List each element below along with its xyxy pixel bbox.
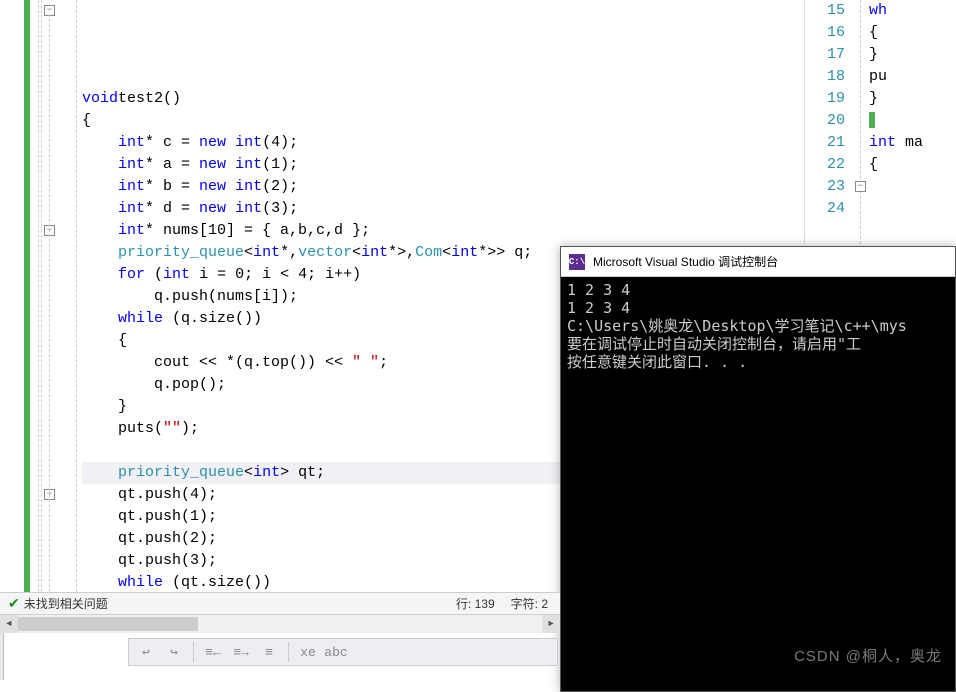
status-bar: ✔ 未找到相关问题 行: 139 字符: 2 — [0, 592, 560, 614]
code-line[interactable]: int ma — [869, 132, 956, 154]
bottom-toolbar: ↩ ↪ ≡← ≡→ ≡ xeabc — [128, 638, 558, 666]
fold-gutter: −−− — [42, 0, 58, 592]
status-char: 字符: 2 — [511, 595, 548, 612]
code-line[interactable]: int* d = new int(3); — [82, 198, 804, 220]
status-check-icon: ✔ — [8, 595, 20, 612]
scroll-left-arrow[interactable]: ◄ — [0, 615, 18, 633]
line-number: 17 — [805, 44, 845, 66]
watermark: CSDN @桐人，奥龙 — [794, 645, 942, 666]
code-line[interactable]: { — [82, 110, 804, 132]
scroll-right-arrow[interactable]: ► — [542, 615, 560, 633]
line-number: 15 — [805, 0, 845, 22]
editor-margin — [0, 0, 42, 592]
horizontal-scrollbar[interactable]: ◄ ► — [0, 614, 560, 632]
code-line[interactable]: } — [869, 88, 956, 110]
fold-toggle[interactable]: − — [855, 181, 866, 192]
code-line[interactable]: int* nums[10] = { a,b,c,d }; — [82, 220, 804, 242]
code-line[interactable]: } — [869, 44, 956, 66]
right-fold-gutter: − — [853, 0, 869, 244]
status-issues-text[interactable]: 未找到相关问题 — [24, 595, 108, 612]
code-line[interactable]: { — [869, 22, 956, 44]
scroll-track[interactable] — [18, 615, 542, 633]
code-line[interactable]: wh — [869, 0, 956, 22]
code-line[interactable] — [869, 110, 956, 132]
toolbar-separator — [193, 642, 194, 662]
code-editor-right[interactable]: 15161718192021222324 − wh{}pu}int ma{ — [804, 0, 956, 244]
change-marker — [24, 0, 30, 592]
console-title-text: Microsoft Visual Studio 调试控制台 — [593, 253, 778, 270]
line-number: 18 — [805, 66, 845, 88]
line-numbers: 15161718192021222324 — [805, 0, 853, 244]
code-line[interactable]: int* a = new int(1); — [82, 154, 804, 176]
toolbar-button[interactable]: ↪ — [163, 641, 185, 663]
line-number: 21 — [805, 132, 845, 154]
debug-console-window[interactable]: C:\ Microsoft Visual Studio 调试控制台 1 2 3 … — [560, 246, 956, 692]
code-line[interactable]: int* b = new int(2); — [82, 176, 804, 198]
scroll-thumb[interactable] — [18, 617, 198, 631]
toolbar-button[interactable]: xe — [297, 641, 319, 663]
console-title-bar[interactable]: C:\ Microsoft Visual Studio 调试控制台 — [561, 247, 955, 277]
toolbar-button[interactable]: ↩ — [135, 641, 157, 663]
code-line[interactable]: pu — [869, 66, 956, 88]
line-number: 16 — [805, 22, 845, 44]
line-number: 23 — [805, 176, 845, 198]
line-number: 19 — [805, 88, 845, 110]
toolbar-button[interactable]: ≡→ — [230, 641, 252, 663]
code-line[interactable]: voidtest2() — [82, 88, 804, 110]
code-line[interactable]: { — [869, 154, 956, 176]
line-number: 20 — [805, 110, 845, 132]
toolbar-button[interactable]: ≡← — [202, 641, 224, 663]
toolbar-button[interactable]: abc — [325, 641, 347, 663]
status-line: 行: 139 — [456, 595, 495, 612]
code-line[interactable]: int* c = new int(4); — [82, 132, 804, 154]
toolbar-separator — [288, 642, 289, 662]
toolbar-button[interactable]: ≡ — [258, 641, 280, 663]
console-app-icon: C:\ — [569, 254, 585, 270]
line-number: 24 — [805, 198, 845, 220]
line-number: 22 — [805, 154, 845, 176]
right-code[interactable]: wh{}pu}int ma{ — [869, 0, 956, 244]
console-output: 1 2 3 4 1 2 3 4 C:\Users\姚奥龙\Desktop\学习笔… — [561, 277, 955, 375]
